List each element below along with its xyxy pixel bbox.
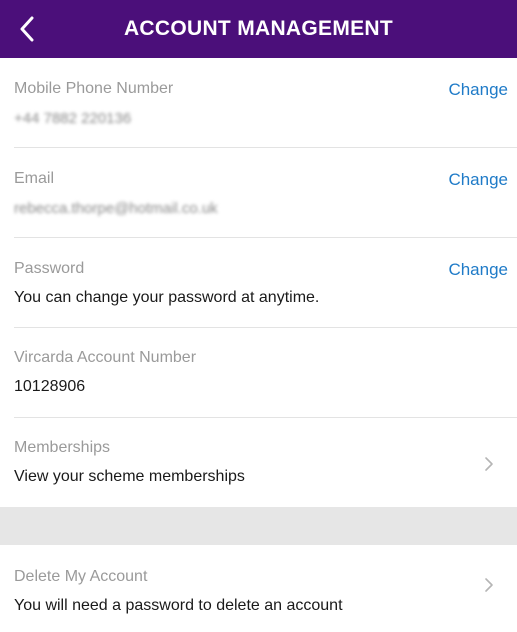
memberships-label: Memberships bbox=[14, 439, 111, 456]
chevron-left-icon bbox=[20, 16, 34, 42]
delete-account-label: Delete My Account bbox=[14, 568, 148, 585]
password-description: You can change your password at anytime. bbox=[14, 289, 320, 306]
mobile-phone-label: Mobile Phone Number bbox=[14, 80, 174, 97]
password-label: Password bbox=[14, 260, 85, 277]
mobile-phone-row: Mobile Phone Number +44 7882 220136 Chan… bbox=[0, 58, 517, 148]
mobile-phone-value: +44 7882 220136 bbox=[14, 110, 132, 127]
chevron-right-icon bbox=[485, 578, 493, 592]
account-management-screen: ACCOUNT MANAGEMENT Mobile Phone Number +… bbox=[0, 0, 517, 632]
account-number-row: Vircarda Account Number 10128906 bbox=[0, 328, 517, 418]
back-button[interactable] bbox=[14, 14, 40, 44]
chevron-right-icon bbox=[485, 457, 493, 471]
delete-account-row[interactable]: Delete My Account You will need a passwo… bbox=[0, 545, 517, 632]
email-label: Email bbox=[14, 170, 55, 187]
password-row: Password You can change your password at… bbox=[0, 238, 517, 328]
change-phone-link[interactable]: Change bbox=[448, 80, 508, 100]
memberships-description: View your scheme memberships bbox=[14, 468, 245, 485]
email-value: rebecca.thorpe@hotmail.co.uk bbox=[14, 200, 218, 217]
account-number-value: 10128906 bbox=[14, 378, 86, 395]
app-header: ACCOUNT MANAGEMENT bbox=[0, 0, 517, 58]
page-title: ACCOUNT MANAGEMENT bbox=[123, 17, 394, 40]
section-separator bbox=[0, 507, 517, 545]
account-number-label: Vircarda Account Number bbox=[14, 349, 197, 366]
change-email-link[interactable]: Change bbox=[448, 170, 508, 190]
delete-account-description: You will need a password to delete an ac… bbox=[14, 597, 343, 614]
memberships-row[interactable]: Memberships View your scheme memberships bbox=[0, 418, 517, 507]
email-row: Email rebecca.thorpe@hotmail.co.uk Chang… bbox=[0, 148, 517, 238]
change-password-link[interactable]: Change bbox=[448, 260, 508, 280]
